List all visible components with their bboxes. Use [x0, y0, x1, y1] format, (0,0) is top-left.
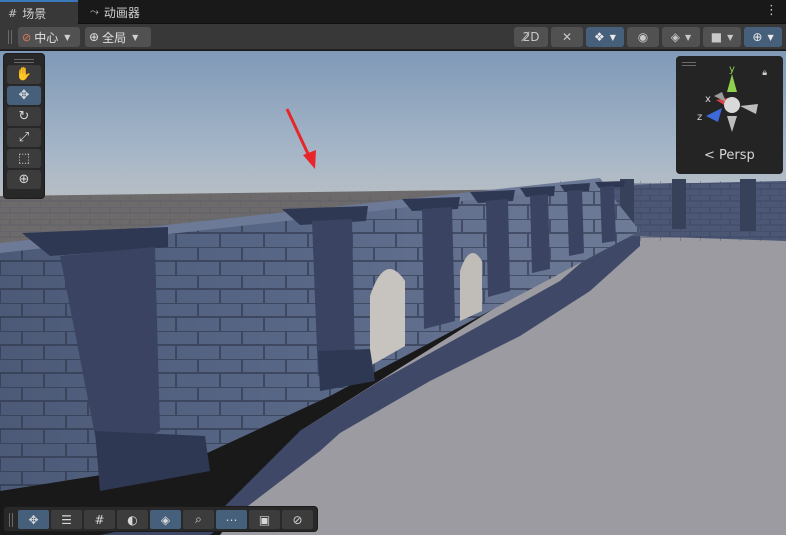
overlay-layers-button[interactable]: ◈ — [150, 510, 181, 529]
axis-y-label: y — [729, 64, 735, 75]
space-label: 全局 — [102, 30, 127, 45]
pivot-label: 中心 — [34, 30, 59, 45]
layers-dropdown[interactable]: ◈ ▼ — [662, 27, 700, 47]
search-icon: ⌕ — [195, 512, 202, 526]
scale-tool-button[interactable]: ⤢ — [7, 128, 41, 147]
globe-icon: ⊕ — [89, 30, 100, 44]
hierarchy-icon: ☰ — [61, 512, 72, 527]
move-tool-button[interactable]: ✥ — [7, 86, 41, 105]
arch-opening — [460, 253, 482, 321]
rotate-icon: ↻ — [18, 109, 30, 124]
visibility-toggle-button[interactable]: ◉ — [627, 27, 659, 47]
overlay-camera-button[interactable]: ▣ — [249, 510, 280, 529]
overlay-shading-button[interactable]: ◐ — [117, 510, 148, 529]
overlay-grip[interactable] — [9, 513, 13, 527]
more-menu-icon[interactable]: ⋮ — [765, 3, 778, 18]
tab-scene-label: 场景 — [22, 6, 47, 21]
gizmos-dropdown[interactable]: ⊕ ▼ — [744, 27, 782, 47]
hand-icon: ✋ — [15, 67, 33, 82]
rotate-tool-button[interactable]: ↻ — [7, 107, 41, 126]
layers-icon: ◈ — [160, 512, 171, 527]
tools-overlay: ✋ ✥ ↻ ⤢ ⬚ ⊕ — [3, 53, 45, 199]
effects-dropdown[interactable]: ❖ ▼ — [586, 27, 624, 47]
scale-icon: ⤢ — [18, 130, 30, 145]
chevron-down-icon: ▼ — [685, 32, 692, 42]
space-dropdown[interactable]: ⊕ 全局 ▼ — [85, 27, 151, 47]
animator-icon: ⤳ — [90, 5, 99, 18]
compass-icon: ⊘ — [292, 512, 303, 527]
transform-icon: ⊕ — [18, 172, 30, 187]
transform-tool-button[interactable]: ⊕ — [7, 170, 41, 189]
overlay-search-button[interactable]: ⌕ — [183, 510, 214, 529]
chevron-down-icon: ▼ — [64, 32, 71, 42]
eye-icon: ◉ — [637, 30, 649, 44]
pivot-dropdown[interactable]: ⊘ 中心 ▼ — [18, 27, 80, 47]
grid-icon: # — [8, 6, 18, 20]
tab-animator[interactable]: ⤳ 动画器 — [82, 0, 162, 24]
overlay-move-button[interactable]: ✥ — [18, 510, 49, 529]
2d-icon: 2̸D — [522, 30, 540, 44]
gizmo-globe-icon: ⊕ — [752, 30, 763, 44]
bottom-overlay-toolbar: ✥ ☰ # ◐ ◈ ⌕ ⋯ ▣ ⊘ — [3, 506, 318, 532]
scene-toolbar: ⊘ 中心 ▼ ⊕ 全局 ▼ 2̸D ✕ ❖ ▼ ◉ ◈ ▼ ■ ▼ ⊕ ▼ — [0, 24, 786, 50]
move-icon: ✥ — [18, 88, 30, 103]
overlay-grip[interactable] — [14, 59, 34, 63]
layers-icon: ◈ — [670, 30, 681, 44]
rect-icon: ⬚ — [17, 151, 31, 166]
lighting-toggle-button[interactable]: ✕ — [551, 27, 583, 47]
orientation-gizmo: 🔒︎ y x z < Persp — [676, 56, 783, 174]
projection-toggle[interactable]: < Persp — [704, 148, 755, 163]
hand-tool-button[interactable]: ✋ — [7, 65, 41, 84]
axis-gizmo[interactable]: y x z — [676, 60, 783, 150]
2d-toggle-button[interactable]: 2̸D — [514, 27, 548, 47]
chevron-down-icon: ▼ — [727, 32, 734, 42]
overlay-compass-button[interactable]: ⊘ — [282, 510, 313, 529]
camera-icon: ▣ — [258, 512, 271, 527]
rect-tool-button[interactable]: ⬚ — [7, 149, 41, 168]
chevron-down-icon: ▼ — [767, 32, 774, 42]
pivot-icon: ⊘ — [22, 30, 32, 44]
effects-icon: ❖ — [594, 30, 605, 44]
axis-z-label: z — [697, 112, 702, 123]
light-off-icon: ✕ — [561, 30, 573, 44]
overlay-snap-button[interactable]: ⋯ — [216, 510, 247, 529]
tab-bar: # 场景 ⤳ 动画器 ⋮ — [0, 0, 786, 24]
tab-scene[interactable]: # 场景 — [0, 0, 78, 24]
chevron-down-icon: ▼ — [609, 32, 616, 42]
camera-icon: ■ — [710, 30, 723, 44]
scene-render — [0, 51, 786, 535]
move-icon: ✥ — [28, 512, 39, 527]
sky — [0, 51, 786, 201]
toolbar-grip[interactable] — [8, 30, 12, 44]
shading-icon: ◐ — [127, 512, 138, 527]
scene-viewport[interactable] — [0, 51, 786, 535]
overlay-hierarchy-button[interactable]: ☰ — [51, 510, 82, 529]
perspective-icon: < — [704, 148, 715, 163]
axis-x-label: x — [705, 94, 711, 105]
projection-label: Persp — [719, 148, 755, 163]
tab-animator-label: 动画器 — [103, 5, 140, 20]
chevron-down-icon: ▼ — [132, 32, 139, 42]
grid-icon: # — [94, 512, 105, 527]
camera-dropdown[interactable]: ■ ▼ — [703, 27, 741, 47]
overlay-grid-button[interactable]: # — [84, 510, 115, 529]
snap-icon: ⋯ — [225, 512, 238, 527]
scene-window: # 场景 ⤳ 动画器 ⋮ ⊘ 中心 ▼ ⊕ 全局 ▼ 2̸D ✕ ❖ ▼ ◉ ◈… — [0, 0, 786, 535]
